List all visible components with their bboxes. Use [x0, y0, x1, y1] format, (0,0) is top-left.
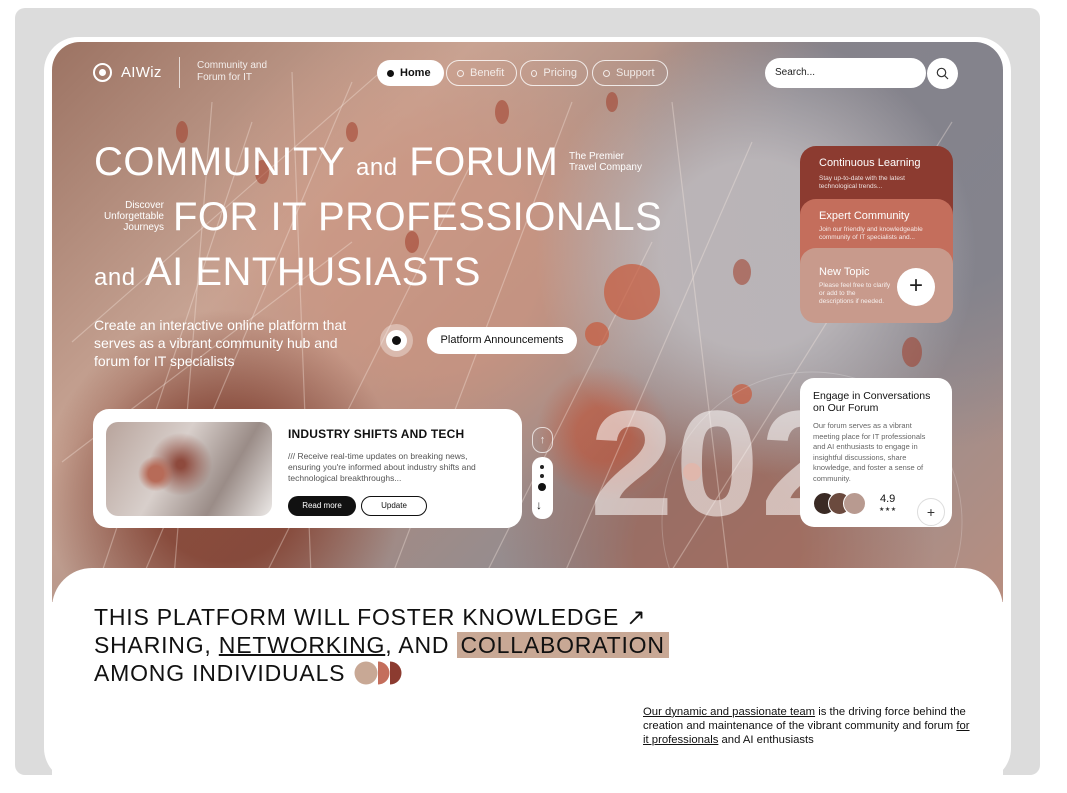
- hero-headline-line2: FOR IT PROFESSIONALS: [173, 195, 663, 239]
- scroll-up-button[interactable]: ↑: [532, 427, 553, 453]
- brand-tagline: Community and Forum for IT: [197, 60, 268, 83]
- circle-icon: [531, 69, 538, 77]
- search-input[interactable]: Search...: [765, 58, 926, 88]
- nav-pricing[interactable]: Pricing: [520, 60, 588, 86]
- team-link[interactable]: Our dynamic and passionate team: [643, 706, 815, 718]
- news-title: INDUSTRY SHIFTS AND TECH: [288, 427, 465, 441]
- rating-value: 4.9: [880, 493, 896, 505]
- card-desc: Please feel free to clarify or add to th…: [819, 282, 891, 305]
- announcement-toggle[interactable]: [380, 324, 413, 357]
- pager-dot[interactable]: [540, 465, 544, 469]
- search-icon: [936, 67, 949, 80]
- card-title: Expert Community: [819, 210, 910, 222]
- headline-tag-company: The Premier Travel Company: [569, 151, 642, 173]
- hero-headline-line1: COMMUNITY and FORUM: [94, 140, 559, 184]
- add-button[interactable]: +: [917, 498, 945, 526]
- avatar-group[interactable]: [813, 492, 866, 515]
- arrow-down-icon[interactable]: ↓: [536, 498, 542, 512]
- card-desc: Join our friendly and knowledgeable comm…: [819, 226, 923, 241]
- eye-logo-icon: [93, 63, 112, 82]
- nav-benefit[interactable]: Benefit: [446, 60, 517, 86]
- read-more-button[interactable]: Read more: [288, 496, 356, 516]
- news-excerpt: /// Receive real-time updates on breakin…: [288, 451, 476, 483]
- pager-dot-active[interactable]: [538, 483, 546, 491]
- arrow-up-icon: ↑: [539, 434, 546, 446]
- forum-text: Our forum serves as a vibrant meeting pl…: [813, 421, 926, 483]
- brand-name: AIWiz: [121, 64, 162, 81]
- plus-icon: +: [926, 504, 936, 520]
- statement-line3: AMONG INDIVIDUALS: [94, 660, 346, 686]
- networking-link[interactable]: NETWORKING: [219, 632, 385, 658]
- header-divider: [179, 57, 180, 88]
- plus-icon: +: [908, 272, 923, 299]
- pager-dot[interactable]: [540, 474, 544, 478]
- headline-tag-journeys: Discover Unforgettable Journeys: [103, 200, 164, 233]
- update-button[interactable]: Update: [361, 496, 427, 516]
- add-topic-button[interactable]: +: [897, 268, 935, 306]
- rating-stars: ★★★: [879, 507, 897, 513]
- nav-support[interactable]: Support: [592, 60, 668, 86]
- forum-title: Engage in Conversations on Our Forum: [813, 390, 931, 414]
- news-thumbnail: [106, 422, 272, 516]
- search-button[interactable]: [927, 58, 958, 89]
- collaboration-highlight: COLLABORATION: [456, 632, 669, 658]
- circle-icon: [603, 69, 610, 77]
- brand-logo[interactable]: AIWiz: [93, 63, 162, 82]
- platform-announcements-button[interactable]: Platform Announcements: [427, 327, 577, 354]
- decorative-circles-icon: [354, 661, 402, 685]
- hero-lead-text: Create an interactive online platform th…: [94, 317, 347, 369]
- card-desc: Stay up-to-date with the latest technolo…: [819, 175, 905, 190]
- active-dot-icon: [387, 69, 394, 77]
- record-dot-icon: [392, 336, 401, 345]
- card-title: New Topic: [819, 266, 870, 278]
- nav-home[interactable]: Home: [377, 60, 444, 86]
- arrow-up-right-icon[interactable]: ↗: [626, 604, 646, 630]
- team-description: Our dynamic and passionate team is the d…: [643, 706, 970, 746]
- carousel-pager[interactable]: ↓: [532, 457, 553, 519]
- statement-line1: THIS PLATFORM WILL FOSTER KNOWLEDGE ↗: [94, 604, 647, 630]
- circle-icon: [457, 69, 464, 77]
- statement-line2: SHARING, NETWORKING, AND COLLABORATION: [94, 631, 669, 659]
- avatar: [843, 492, 866, 515]
- hero-headline-line3: and AI ENTHUSIASTS: [94, 250, 481, 294]
- card-title: Continuous Learning: [819, 157, 921, 169]
